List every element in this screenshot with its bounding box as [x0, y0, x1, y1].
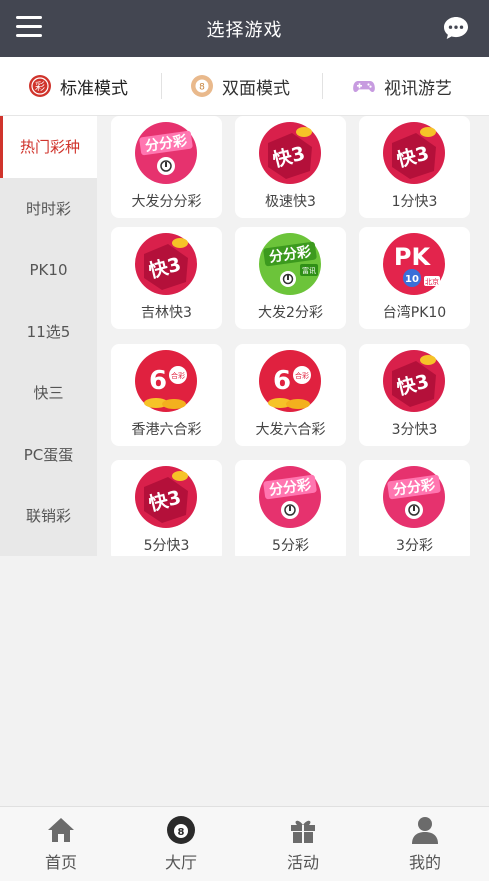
svg-text:合彩: 合彩 [171, 371, 185, 380]
game-card[interactable]: 分分彩 大发分分彩 [111, 116, 222, 218]
gift-icon [291, 820, 315, 843]
game-card[interactable]: 快3 极速快3 [235, 116, 346, 218]
chat-icon[interactable] [443, 15, 469, 41]
kuai3-logo: 快3 [135, 233, 197, 295]
game-name: 台湾PK10 [382, 305, 447, 321]
game-name: 大发分分彩 [131, 194, 202, 210]
tab-label: 我的 [408, 853, 441, 872]
page-title: 选择游戏 [206, 20, 283, 41]
game-name: 大发2分彩 [258, 305, 323, 321]
game-card[interactable]: 分分彩 富讯 大发2分彩 [235, 227, 346, 329]
game-name: 1分快3 [391, 194, 438, 210]
sidebar-item-hot[interactable]: 热门彩种 [0, 116, 97, 178]
game-name: 香港六合彩 [131, 422, 202, 438]
game-name: 吉林快3 [141, 305, 192, 321]
game-card[interactable]: 快3 吉林快3 [111, 227, 222, 329]
liuhecai-logo: 6 合彩 [135, 350, 197, 412]
fenfencai-logo: 分分彩 [383, 466, 445, 528]
eight-ball-icon: 8 [167, 816, 195, 844]
liuhecai-logo: 6 合彩 [259, 350, 321, 412]
eight-ball-icon: 8 [191, 75, 213, 97]
kuai3-logo: 快3 [383, 350, 445, 412]
tab-label: 首页 [44, 853, 77, 872]
game-name: 3分快3 [391, 422, 438, 438]
game-card[interactable]: 快3 5分快3 [111, 460, 222, 556]
divider [322, 73, 323, 99]
svg-text:10: 10 [405, 274, 419, 285]
game-card[interactable]: 分分彩 3分彩 [359, 460, 470, 556]
home-icon [48, 818, 74, 842]
svg-text:富讯: 富讯 [302, 266, 316, 275]
fenfencai-logo: 分分彩 [259, 466, 321, 528]
tab-label: 活动 [286, 853, 319, 872]
mode-tab-label: 视讯游艺 [384, 78, 452, 99]
user-icon [412, 817, 438, 844]
svg-text:8: 8 [199, 83, 205, 93]
game-name: 极速快3 [265, 194, 316, 210]
game-card[interactable]: 6 合彩 大发六合彩 [235, 344, 346, 446]
kuai3-logo: 快3 [259, 122, 321, 184]
bottom-tab-bar: 首页 8 大厅 活动 我的 [0, 806, 489, 881]
kuai3-logo: 快3 [383, 122, 445, 184]
game-card[interactable]: 6 合彩 香港六合彩 [111, 344, 222, 446]
game-card[interactable]: 分分彩 5分彩 [235, 460, 346, 556]
svg-text:6: 6 [273, 366, 291, 396]
game-name: 5分快3 [143, 538, 190, 554]
tab-mine[interactable]: 我的 [364, 807, 486, 881]
mode-tab-label: 标准模式 [60, 78, 128, 99]
svg-text:彩: 彩 [35, 81, 45, 93]
mode-tab-label: 双面模式 [222, 78, 290, 99]
svg-text:6: 6 [149, 366, 167, 396]
cai-lottery-icon: 彩 [29, 75, 51, 97]
svg-text:PK: PK [394, 243, 432, 271]
sidebar-item-k3[interactable]: 快三 [0, 362, 97, 424]
mode-tab-double[interactable]: 8 双面模式 [190, 57, 290, 115]
game-name: 大发六合彩 [255, 422, 326, 438]
svg-text:8: 8 [178, 827, 185, 838]
svg-text:合彩: 合彩 [295, 371, 309, 380]
tab-activity[interactable]: 活动 [242, 807, 364, 881]
sidebar-item-ssc[interactable]: 时时彩 [0, 178, 97, 240]
game-card[interactable]: 快3 1分快3 [359, 116, 470, 218]
sidebar-item-lianxiao[interactable]: 联销彩 [0, 485, 97, 547]
game-name: 5分彩 [272, 538, 309, 554]
mode-tabs: 彩 标准模式 8 双面模式 视讯游艺 [0, 57, 489, 116]
game-grid: 分分彩 大发分分彩 快3 极速快3 快3 1分快3 快3 吉林快3 分分彩 富讯… [111, 116, 471, 556]
mode-tab-standard[interactable]: 彩 标准模式 [28, 57, 128, 115]
sidebar-item-pcdd[interactable]: PC蛋蛋 [0, 424, 97, 486]
sidebar-item-11x5[interactable]: 11选5 [0, 301, 97, 363]
fenfencai-green-logo: 分分彩 富讯 [259, 233, 321, 295]
category-sidebar: 热门彩种 时时彩 PK10 11选5 快三 PC蛋蛋 联销彩 [0, 116, 97, 556]
tab-label: 大厅 [164, 853, 197, 872]
mode-tab-video[interactable]: 视讯游艺 [352, 57, 452, 115]
sidebar-item-pk10[interactable]: PK10 [0, 239, 97, 301]
gamepad-icon [353, 81, 375, 92]
game-name: 3分彩 [396, 538, 433, 554]
fenfencai-logo: 分分彩 [135, 122, 197, 184]
game-card[interactable]: PK 10 北京 台湾PK10 [359, 227, 470, 329]
kuai3-logo: 快3 [135, 466, 197, 528]
game-card[interactable]: 快3 3分快3 [359, 344, 470, 446]
tab-home[interactable]: 首页 [0, 807, 122, 881]
svg-text:北京: 北京 [425, 277, 439, 286]
tab-hall[interactable]: 8 大厅 [120, 807, 242, 881]
pk10-logo: PK 10 北京 [383, 233, 445, 295]
divider [161, 73, 162, 99]
header-bar: 选择游戏 [0, 0, 489, 57]
